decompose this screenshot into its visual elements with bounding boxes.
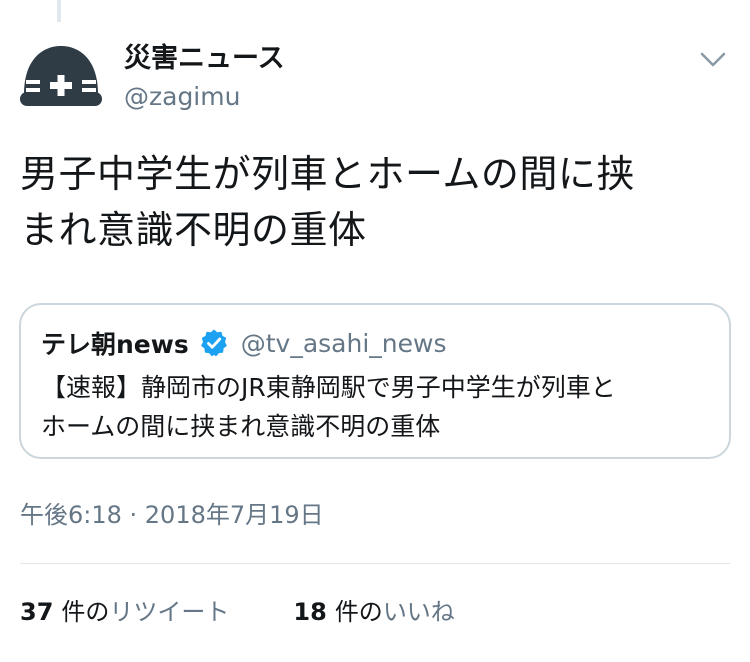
thread-connector-line (57, 0, 61, 22)
likes-count: 18 (293, 598, 327, 626)
tweet-timestamp[interactable]: 午後6:18 · 2018年7月19日 (20, 498, 324, 532)
retweets-label: リツイート (109, 598, 230, 626)
quoted-text-line: 【速報】静岡市のJR東静岡駅で男子中学生が列車と (41, 373, 616, 402)
retweets-unit: 件の (61, 598, 110, 626)
quoted-text-line: ホームの間に挟まれ意識不明の重体 (41, 412, 441, 441)
likes-stat[interactable]: 18 件の いいね (293, 594, 454, 630)
quoted-author-name: テレ朝news (41, 330, 189, 359)
quoted-tweet-header: テレ朝news @tv_asahi_news (41, 323, 446, 363)
tweet-text: 男子中学生が列車とホームの間に挟 まれ意識不明の重体 (20, 146, 720, 258)
verified-badge-icon (199, 328, 229, 358)
tweet-text-line: まれ意識不明の重体 (20, 208, 367, 252)
quoted-author-handle: @tv_asahi_news (240, 328, 447, 358)
divider (20, 563, 730, 564)
chevron-down-icon[interactable] (698, 44, 728, 74)
helmet-avatar-icon[interactable] (20, 42, 102, 112)
engagement-stats: 37 件の リツイート 18 件の いいね (20, 594, 455, 630)
retweets-count: 37 (20, 598, 54, 626)
author-handle[interactable]: @zagimu (124, 80, 240, 114)
quoted-tweet-card[interactable]: テレ朝news @tv_asahi_news 【速報】静岡市のJR東静岡駅で男子… (19, 303, 731, 459)
likes-unit: 件の (334, 598, 383, 626)
tweet-text-line: 男子中学生が列車とホームの間に挟 (20, 152, 635, 196)
retweets-stat[interactable]: 37 件の リツイート (20, 594, 229, 630)
author-name[interactable]: 災害ニュース (124, 41, 285, 77)
likes-label: いいね (382, 598, 455, 626)
quoted-tweet-text: 【速報】静岡市のJR東静岡駅で男子中学生が列車と ホームの間に挟まれ意識不明の重… (41, 368, 616, 446)
